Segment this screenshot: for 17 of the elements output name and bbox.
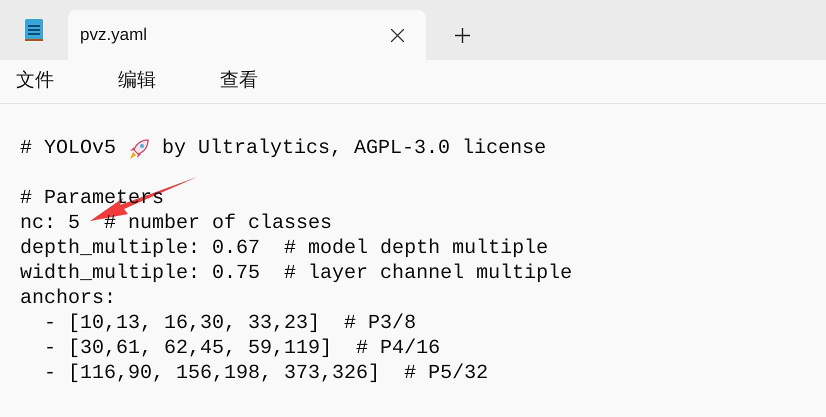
menu-item[interactable]: 文件 [6, 63, 64, 100]
code-line: - [116,90, 156,198, 373,326] # P5/32 [43, 361, 488, 386]
menu-item[interactable]: 编辑 [108, 63, 166, 100]
code-line: nc: 5 # number of classes [20, 211, 332, 236]
tab[interactable]: pvz.yaml [68, 10, 426, 60]
code-line: - [30,61, 62,45, 59,119] # P4/16 [43, 336, 440, 361]
code-line: depth_multiple: 0.67 # model depth multiple [20, 236, 548, 261]
new-tab-icon[interactable] [454, 28, 470, 42]
close-icon[interactable] [391, 28, 404, 42]
code-text: by Ultralytics, AGPL-3.0 license [162, 136, 546, 161]
code-line: width_multiple: 0.75 # layer channel multiple [20, 261, 572, 286]
code-line: anchors: [20, 286, 116, 311]
notepad-icon [24, 18, 44, 42]
rocket-icon [128, 138, 150, 160]
menu-item[interactable]: 查看 [210, 63, 268, 100]
code-line: - [10,13, 16,30, 33,23] # P3/8 [43, 311, 416, 336]
code-text: # YOLOv5 [20, 136, 116, 161]
